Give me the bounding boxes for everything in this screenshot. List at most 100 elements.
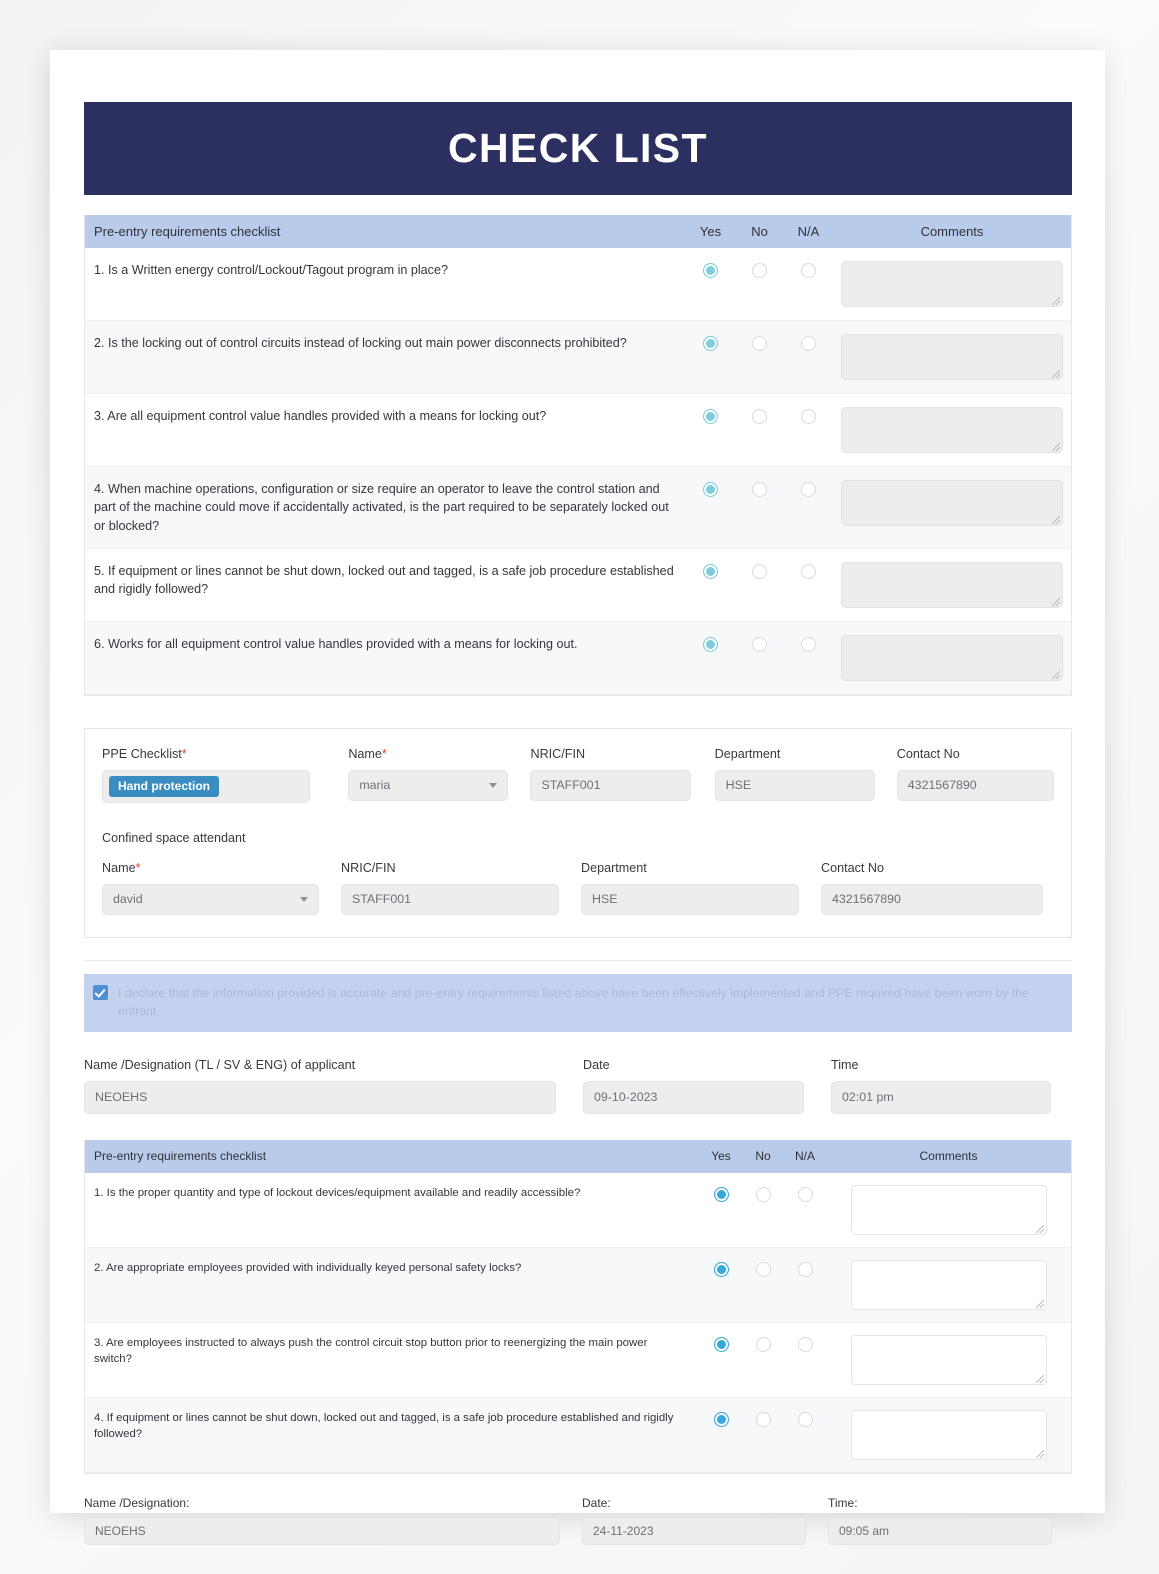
radio-yes[interactable] [713, 1336, 729, 1352]
radio-no[interactable] [755, 1186, 771, 1202]
comment-textarea[interactable] [850, 1259, 1047, 1310]
applicant-time-field: Time 02:01 pm [831, 1058, 1051, 1114]
radio-yes[interactable] [703, 563, 718, 579]
comment-textarea[interactable] [841, 480, 1063, 526]
attendant-name-select[interactable]: david [102, 883, 319, 915]
resize-grip-icon [1052, 297, 1060, 305]
radio-no[interactable] [752, 563, 767, 579]
checklist-question: 3. Are employees instructed to always pu… [94, 1336, 648, 1366]
comment-textarea[interactable] [841, 407, 1063, 453]
ppe-selected-tag[interactable]: Hand protection [109, 775, 219, 797]
ppe-checklist-field: PPE Checklist* Hand protection [102, 747, 311, 803]
comment-textarea[interactable] [841, 561, 1063, 608]
signoff-name-input[interactable]: NEOEHS [84, 1516, 560, 1545]
radio-na[interactable] [801, 263, 816, 278]
radio-no[interactable] [752, 482, 767, 497]
column-header-no: No [751, 224, 768, 239]
resize-grip-icon [1052, 443, 1060, 451]
comment-textarea[interactable] [841, 261, 1063, 307]
radio-na[interactable] [801, 409, 816, 424]
resize-grip-icon [1035, 1224, 1044, 1233]
ppe-contact-value: 4321567890 [907, 778, 977, 793]
confined-space-attendant-heading: Confined space attendant [102, 830, 246, 845]
resize-grip-icon [1052, 670, 1060, 679]
resize-grip-icon [1035, 1299, 1044, 1308]
checklist-question: 4. When machine operations, configuratio… [94, 482, 669, 533]
checklist-question: 6. Works for all equipment control value… [94, 636, 578, 651]
radio-no[interactable] [755, 1336, 771, 1352]
applicant-date-input[interactable]: 09-10-2023 [583, 1080, 804, 1114]
chevron-down-icon [489, 782, 498, 788]
radio-yes[interactable] [713, 1186, 729, 1202]
ppe-checklist-multiselect[interactable]: Hand protection [102, 769, 311, 803]
comment-textarea[interactable] [850, 1409, 1047, 1460]
radio-na[interactable] [797, 1261, 813, 1277]
attendant-department-input[interactable]: HSE [581, 883, 799, 915]
table-row: 1. Is a Written energy control/Lockout/T… [85, 248, 1071, 321]
signoff-date-label: Date: [582, 1495, 611, 1510]
applicant-time-input[interactable]: 02:01 pm [831, 1080, 1051, 1114]
radio-no[interactable] [752, 336, 767, 351]
radio-na[interactable] [797, 1186, 813, 1202]
pre-entry-checklist-top: Pre-entry requirements checklist Yes No … [84, 215, 1072, 696]
signoff-date-value: 24-11-2023 [593, 1523, 654, 1538]
radio-na[interactable] [797, 1411, 813, 1427]
radio-yes[interactable] [703, 263, 718, 278]
signoff-time-value: 09:05 am [839, 1523, 890, 1538]
declaration-row[interactable]: I declare that the information provided … [84, 973, 1072, 1032]
attendant-contact-input[interactable]: 4321567890 [821, 883, 1043, 915]
checklist-question: 3. Are all equipment control value handl… [94, 409, 547, 423]
ppe-name-value: maria [359, 778, 391, 793]
column-header-comments: Comments [920, 224, 984, 239]
radio-na[interactable] [801, 482, 816, 497]
column-header-no: No [755, 1149, 771, 1164]
attendant-contact-field: Contact No 4321567890 [821, 861, 1043, 915]
table-row: 5. If equipment or lines cannot be shut … [85, 548, 1071, 622]
radio-no[interactable] [755, 1261, 771, 1277]
radio-yes[interactable] [703, 409, 718, 424]
radio-na[interactable] [801, 563, 816, 579]
form-card: CHECK LIST Pre-entry requirements checkl… [50, 50, 1105, 1545]
ppe-department-input[interactable]: HSE [714, 769, 875, 801]
comment-textarea[interactable] [850, 1334, 1047, 1385]
ppe-nric-input[interactable]: STAFF001 [530, 769, 691, 801]
radio-no[interactable] [752, 263, 767, 278]
column-header-na: N/A [794, 1149, 815, 1164]
table-row: 4. If equipment or lines cannot be shut … [85, 1397, 1071, 1473]
declaration-text: I declare that the information provided … [118, 985, 1029, 1019]
radio-na[interactable] [801, 636, 816, 652]
radio-yes[interactable] [703, 482, 718, 497]
radio-no[interactable] [755, 1411, 771, 1427]
attendant-contact-value: 4321567890 [832, 892, 901, 907]
comment-textarea[interactable] [841, 634, 1063, 681]
radio-yes[interactable] [713, 1411, 729, 1427]
ppe-nric-value: STAFF001 [541, 778, 601, 793]
checklist-question: 1. Is a Written energy control/Lockout/T… [94, 263, 448, 277]
applicant-name-input[interactable]: NEOEHS [84, 1080, 556, 1114]
signoff-date-input[interactable]: 24-11-2023 [582, 1516, 806, 1545]
attendant-nric-input[interactable]: STAFF001 [341, 883, 559, 915]
radio-yes[interactable] [713, 1261, 729, 1277]
applicant-date-value: 09-10-2023 [594, 1090, 658, 1105]
ppe-name-field: Name* maria [348, 747, 509, 803]
radio-yes[interactable] [703, 336, 718, 351]
comment-textarea[interactable] [850, 1184, 1047, 1235]
ppe-contact-input[interactable]: 4321567890 [896, 769, 1054, 801]
radio-na[interactable] [801, 336, 816, 351]
declaration-checkbox[interactable] [93, 984, 108, 1000]
ppe-details-panel: PPE Checklist* Hand protection Name* mar… [84, 727, 1072, 938]
pre-entry-checklist-bottom: Pre-entry requirements checklist Yes No … [84, 1139, 1072, 1474]
signoff-time-input[interactable]: 09:05 am [828, 1516, 1052, 1545]
ppe-contact-label: Contact No [896, 746, 960, 761]
ppe-name-select[interactable]: maria [348, 769, 509, 801]
radio-no[interactable] [752, 409, 767, 424]
column-header-na: N/A [797, 224, 820, 239]
radio-no[interactable] [752, 636, 767, 652]
signoff-time-label: Time: [828, 1495, 858, 1510]
radio-na[interactable] [797, 1336, 813, 1352]
chevron-down-icon [300, 896, 308, 902]
comment-textarea[interactable] [841, 334, 1063, 380]
radio-yes[interactable] [703, 636, 718, 652]
column-header-yes: Yes [711, 1149, 731, 1164]
checklist-question: 4. If equipment or lines cannot be shut … [94, 1411, 674, 1441]
